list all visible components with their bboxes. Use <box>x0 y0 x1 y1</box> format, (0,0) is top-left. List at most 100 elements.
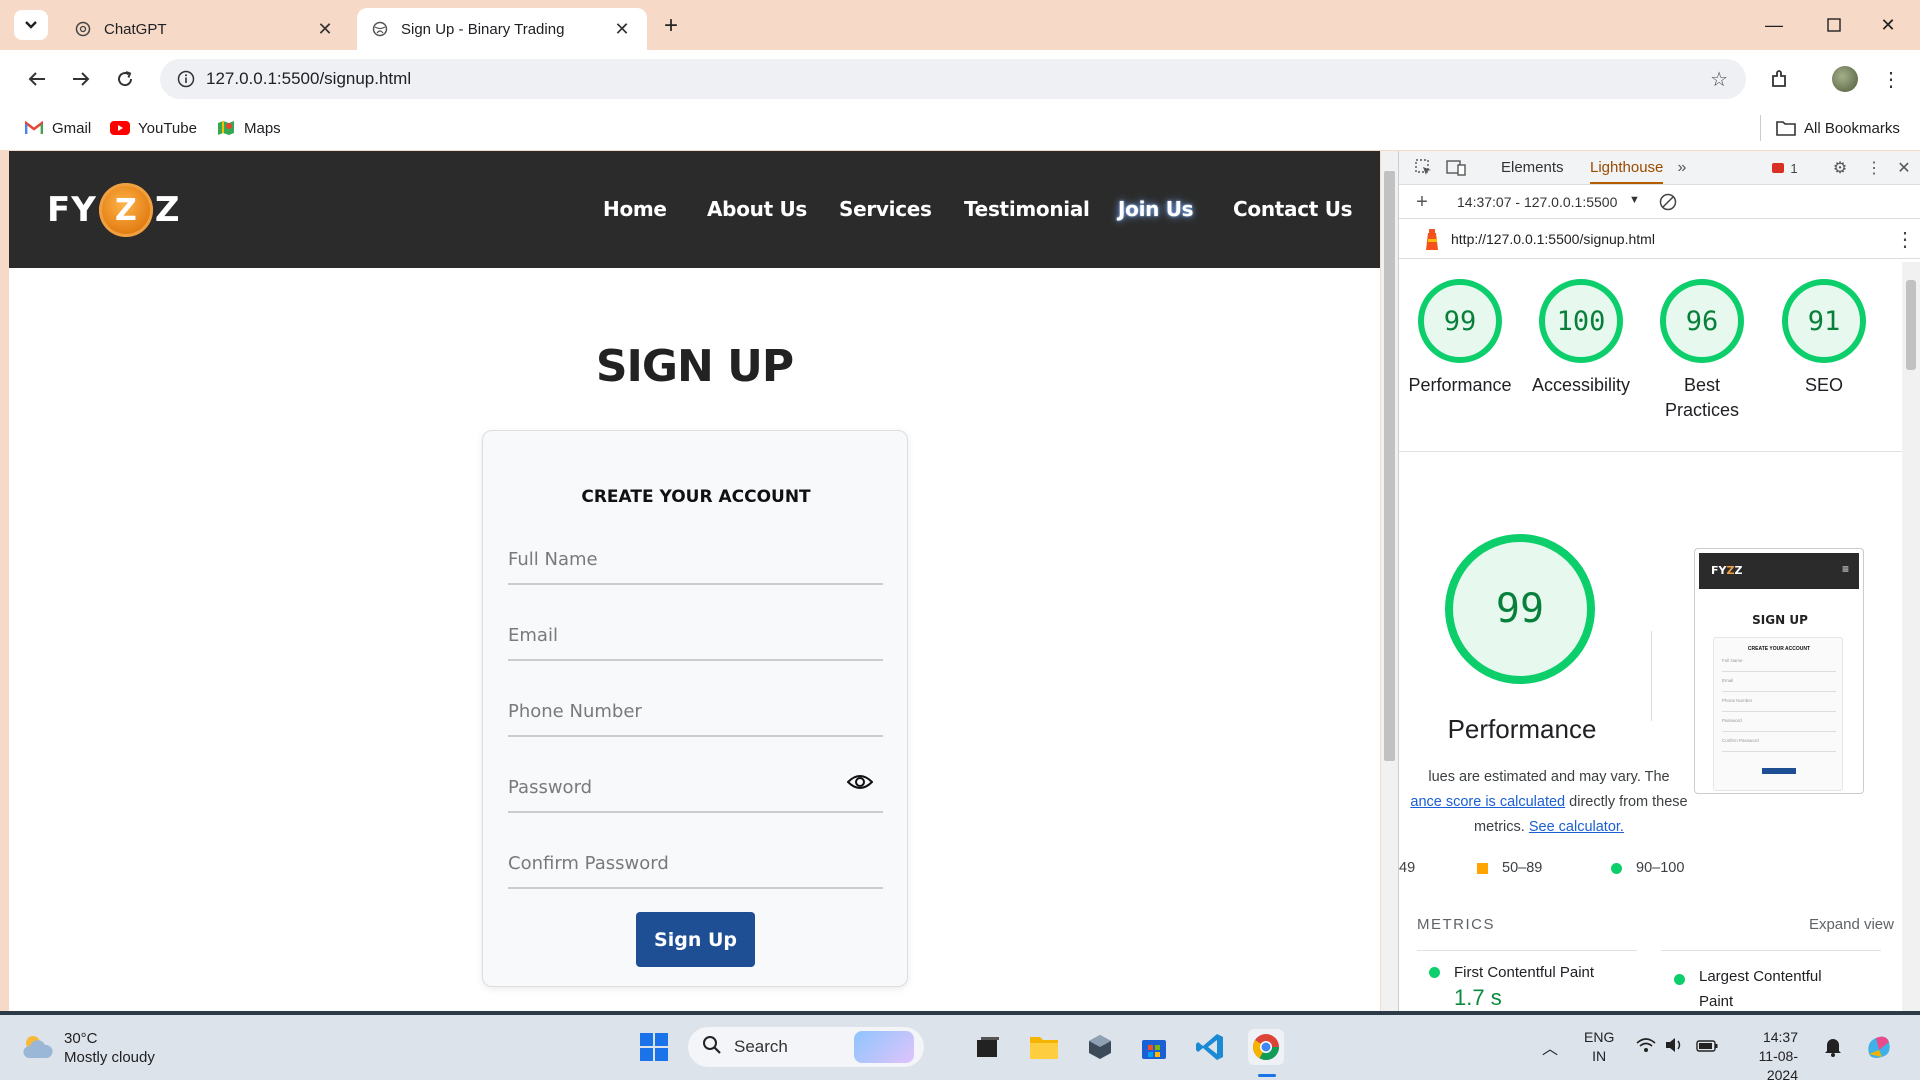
bookmark-star-icon[interactable]: ☆ <box>1710 67 1728 92</box>
app-cube-button[interactable] <box>1082 1029 1118 1065</box>
sign-up-button[interactable]: Sign Up <box>636 912 755 967</box>
language-indicator[interactable]: ENG IN <box>1584 1028 1614 1066</box>
signup-card: CREATE YOUR ACCOUNT Full Name Email Phon… <box>482 430 908 987</box>
tab-signup[interactable]: Sign Up - Binary Trading ✕ <box>357 8 647 50</box>
all-bookmarks-label: All Bookmarks <box>1804 119 1900 137</box>
clock[interactable]: 14:37 11-08-2024 <box>1738 1028 1798 1080</box>
eye-icon[interactable] <box>846 773 874 794</box>
nav-services[interactable]: Services <box>839 197 932 221</box>
nav-testimonial[interactable]: Testimonial <box>964 197 1090 221</box>
maximize-button[interactable] <box>1808 8 1860 42</box>
bookmark-youtube[interactable]: YouTube <box>110 115 197 141</box>
volume-icon[interactable] <box>1664 1037 1684 1056</box>
tab-title: Sign Up - Binary Trading <box>401 20 565 38</box>
phone-number-field[interactable]: Phone Number <box>508 683 883 737</box>
report-url-bar: http://127.0.0.1:5500/signup.html ⋮ <box>1399 219 1920 259</box>
vscode-button[interactable] <box>1192 1029 1228 1065</box>
password-field[interactable]: Password <box>508 759 883 813</box>
thumb-card-title: CREATE YOUR ACCOUNT <box>1747 646 1811 652</box>
legend-label: 49 <box>1399 860 1416 876</box>
score-accessibility[interactable]: 100 Accessibility <box>1526 279 1636 398</box>
report-select[interactable]: 14:37:07 - 127.0.0.1:5500 <box>1457 194 1617 210</box>
expand-view-toggle[interactable]: Expand view <box>1809 916 1894 933</box>
score-performance[interactable]: 99 Performance <box>1405 279 1515 398</box>
extensions-icon[interactable] <box>1762 62 1796 96</box>
tray-overflow-icon[interactable]: ︿ <box>1542 1035 1558 1059</box>
tab-lighthouse[interactable]: Lighthouse <box>1590 159 1664 184</box>
taskbar-search[interactable]: Search <box>688 1027 924 1067</box>
full-name-field[interactable]: Full Name <box>508 531 883 585</box>
confirm-password-field[interactable]: Confirm Password <box>508 835 883 889</box>
clear-block-icon[interactable] <box>1657 191 1679 213</box>
file-explorer-button[interactable] <box>1026 1029 1062 1065</box>
score-gauge: 100 <box>1539 279 1623 363</box>
field-placeholder: Confirm Password <box>508 853 669 874</box>
nav-join-us[interactable]: Join Us <box>1118 197 1194 221</box>
bookmark-gmail[interactable]: Gmail <box>24 115 91 141</box>
site-info-icon[interactable] <box>166 70 206 88</box>
search-highlight-image <box>854 1031 914 1063</box>
report-menu-icon[interactable]: ⋮ <box>1895 227 1915 252</box>
tab-search-button[interactable] <box>14 10 48 40</box>
score-best-practices[interactable]: 96 Best Practices <box>1647 279 1757 423</box>
device-toolbar-icon[interactable] <box>1445 157 1467 179</box>
score-calc-link[interactable]: ance score is calculated <box>1410 794 1565 810</box>
thumb-card: CREATE YOUR ACCOUNT Full Name Email Phon… <box>1713 637 1843 791</box>
microsoft-store-button[interactable] <box>1136 1029 1172 1065</box>
forward-button[interactable] <box>64 62 98 96</box>
close-icon[interactable]: ✕ <box>314 18 336 40</box>
nav-contact-us[interactable]: Contact Us <box>1233 197 1353 221</box>
close-devtools-icon[interactable]: ✕ <box>1893 157 1915 179</box>
bookmark-maps[interactable]: Maps <box>216 115 281 141</box>
score-seo[interactable]: 91 SEO <box>1769 279 1879 398</box>
section-divider <box>1399 451 1904 452</box>
devtools-scrollbar[interactable] <box>1902 262 1920 1011</box>
thumb-header: FYZZ ≡ <box>1699 553 1859 589</box>
page-scrollbar[interactable] <box>1381 151 1398 1011</box>
more-menu-icon[interactable]: ⋮ <box>1874 62 1908 96</box>
close-icon[interactable]: ✕ <box>611 18 633 40</box>
new-tab-button[interactable]: + <box>656 12 686 40</box>
battery-icon[interactable] <box>1696 1039 1718 1055</box>
logo-text-right: Z <box>154 190 181 230</box>
close-window-button[interactable]: ✕ <box>1862 8 1914 42</box>
bookmarks-divider <box>1760 115 1761 141</box>
site-logo[interactable]: FY Z Z <box>47 181 181 239</box>
scrollbar-thumb[interactable] <box>1906 280 1916 370</box>
nav-about-us[interactable]: About Us <box>707 197 807 221</box>
tab-elements[interactable]: Elements <box>1501 159 1564 176</box>
logo-text-left: FY <box>47 190 97 230</box>
all-bookmarks-button[interactable]: All Bookmarks <box>1776 115 1900 141</box>
task-view-button[interactable] <box>970 1029 1006 1065</box>
minimize-button[interactable]: — <box>1748 8 1800 42</box>
issues-badge[interactable]: 1 <box>1765 157 1805 179</box>
copilot-icon[interactable] <box>1864 1032 1894 1065</box>
settings-gear-icon[interactable]: ⚙ <box>1829 157 1851 179</box>
dropdown-arrow-icon[interactable]: ▼ <box>1629 194 1640 206</box>
metrics-heading: METRICS <box>1417 916 1495 933</box>
email-field[interactable]: Email <box>508 607 883 661</box>
reload-button[interactable] <box>108 62 142 96</box>
see-calculator-link[interactable]: See calculator. <box>1529 819 1624 835</box>
performance-gauge: 99 <box>1445 534 1595 684</box>
tab-chatgpt[interactable]: ChatGPT ✕ <box>60 8 350 50</box>
profile-avatar[interactable] <box>1828 62 1862 96</box>
start-button[interactable] <box>636 1029 672 1065</box>
new-report-icon[interactable]: + <box>1411 191 1433 213</box>
inspect-element-icon[interactable] <box>1413 157 1435 179</box>
region: IN <box>1592 1048 1607 1064</box>
more-menu-icon[interactable]: ⋮ <box>1863 157 1885 179</box>
weather-widget[interactable]: 30°C Mostly cloudy <box>20 1029 155 1067</box>
wifi-icon[interactable] <box>1636 1037 1656 1056</box>
chrome-button[interactable] <box>1248 1029 1284 1065</box>
more-tabs-icon[interactable]: » <box>1671 157 1693 179</box>
page-screenshot-thumbnail[interactable]: FYZZ ≡ SIGN UP CREATE YOUR ACCOUNT Full … <box>1694 548 1864 794</box>
notification-bell-icon[interactable] <box>1824 1037 1842 1060</box>
page-title: SIGN UP <box>595 341 794 392</box>
nav-home[interactable]: Home <box>603 197 667 221</box>
legend-pass: 90–100 <box>1611 860 1684 876</box>
back-button[interactable] <box>20 62 54 96</box>
bookmark-label: Maps <box>244 119 281 137</box>
scrollbar-thumb[interactable] <box>1384 171 1395 761</box>
address-bar[interactable]: 127.0.0.1:5500/signup.html ☆ <box>160 59 1746 99</box>
